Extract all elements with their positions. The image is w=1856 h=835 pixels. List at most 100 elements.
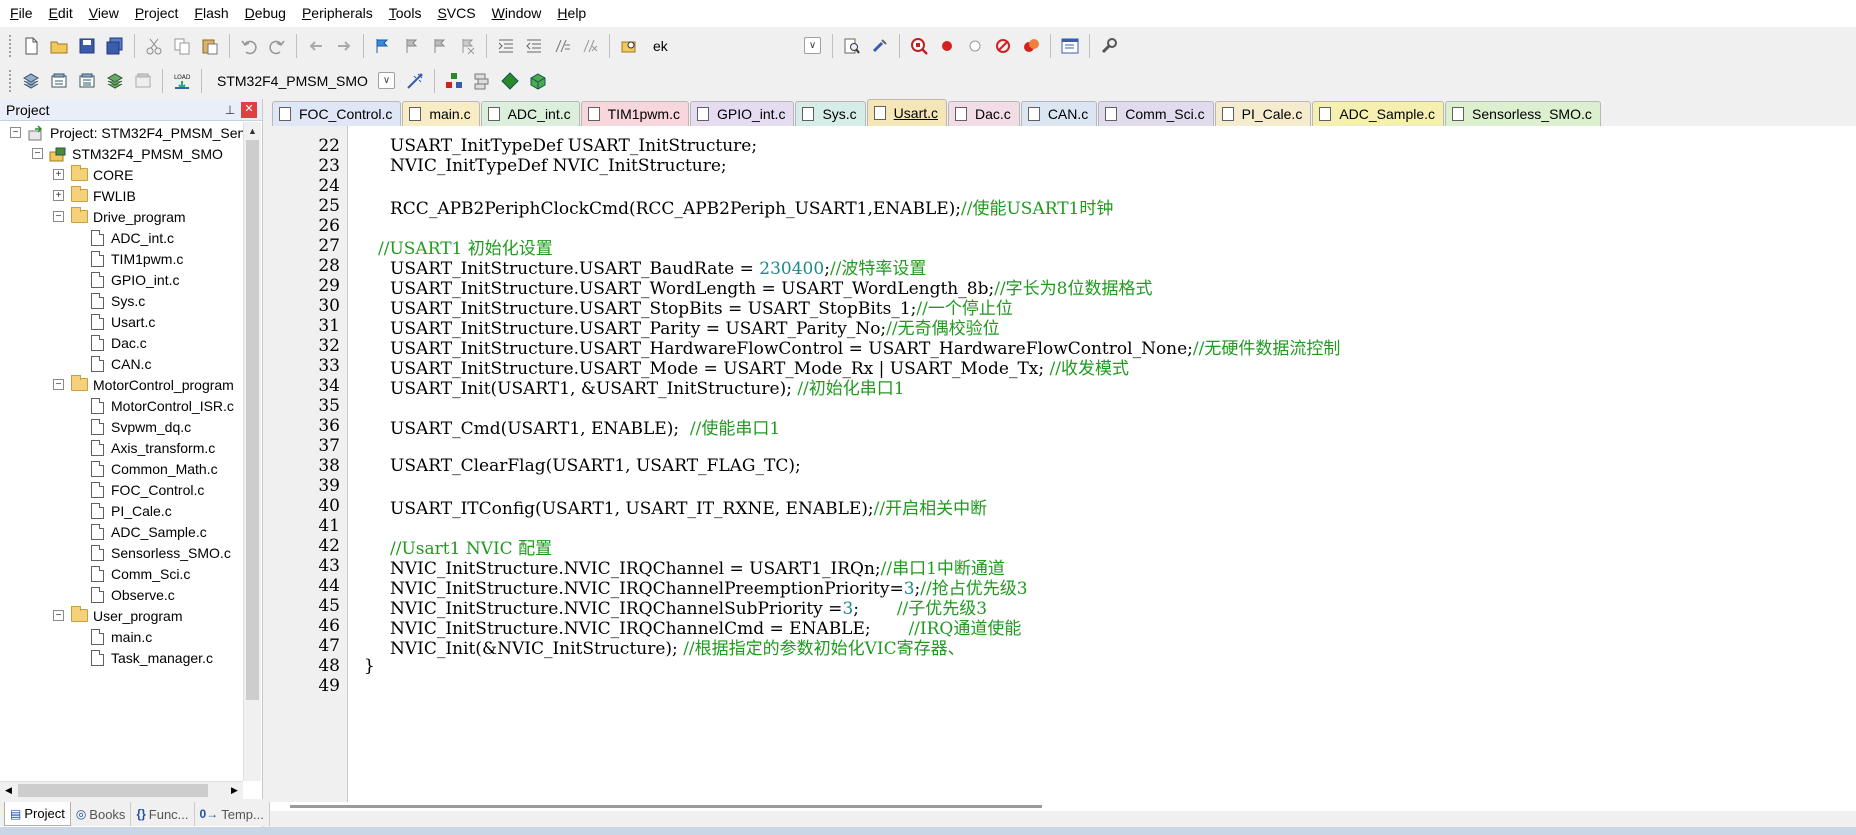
code-text[interactable]: USART_InitTypeDef USART_InitStructure; <box>346 136 757 156</box>
code-line[interactable]: 49 <box>270 676 1856 696</box>
tree-file-item[interactable]: ADC_Sample.c <box>0 521 243 542</box>
project-tree-horizontal-scrollbar[interactable]: ◀ ▶ <box>0 781 243 799</box>
collapse-icon[interactable]: − <box>53 211 64 222</box>
menu-debug[interactable]: Debug <box>237 0 294 27</box>
tree-project-item[interactable]: − Project: STM32F4_PMSM_Sensorless <box>0 122 243 143</box>
panel-tab-books[interactable]: ◎ Books <box>71 802 132 826</box>
menu-svcs[interactable]: SVCS <box>429 0 483 27</box>
panel-tab-project[interactable]: ▤ Project <box>4 802 71 826</box>
editor-tab-pi_cale-c[interactable]: PI_Cale.c <box>1214 101 1312 126</box>
find-combo-value[interactable]: ek <box>653 38 804 54</box>
code-line[interactable]: 47 NVIC_Init(&NVIC_InitStructure); //根据指定… <box>270 634 1856 659</box>
run-time-env-icon[interactable] <box>525 68 551 94</box>
code-text[interactable]: USART_ITConfig(USART1, USART_IT_RXNE, EN… <box>346 494 987 519</box>
code-editor[interactable]: 22 USART_InitTypeDef USART_InitStructure;… <box>270 126 1856 811</box>
select-packs-icon[interactable] <box>469 68 495 94</box>
panel-tab-temp[interactable]: 0→ Temp... <box>195 802 270 826</box>
manage-components-icon[interactable] <box>441 68 467 94</box>
menu-edit[interactable]: Edit <box>41 0 81 27</box>
tree-file-item[interactable]: ADC_int.c <box>0 227 243 248</box>
tree-file-item[interactable]: PI_Cale.c <box>0 500 243 521</box>
tree-folder-item[interactable]: − Drive_program <box>0 206 243 227</box>
editor-tab-usart-c[interactable]: Usart.c <box>866 99 948 126</box>
next-bookmark-icon[interactable] <box>426 33 452 59</box>
scroll-up-icon[interactable]: ▲ <box>244 122 261 139</box>
tree-file-item[interactable]: GPIO_int.c <box>0 269 243 290</box>
code-line[interactable]: 40 USART_ITConfig(USART1, USART_IT_RXNE, … <box>270 494 1856 519</box>
editor-tab-tim1pwm-c[interactable]: TIM1pwm.c <box>580 101 689 126</box>
toolbar-grip[interactable] <box>8 33 12 58</box>
clear-bookmarks-icon[interactable] <box>454 33 480 59</box>
collapse-icon[interactable]: − <box>53 610 64 621</box>
editor-horizontal-scrollbar[interactable] <box>270 802 1856 811</box>
window-layout-icon[interactable] <box>1057 33 1083 59</box>
tree-file-item[interactable]: Sensorless_SMO.c <box>0 542 243 563</box>
open-file-icon[interactable] <box>46 33 72 59</box>
replace-icon[interactable] <box>867 33 893 59</box>
batch-build-icon[interactable] <box>102 68 128 94</box>
prev-bookmark-icon[interactable] <box>398 33 424 59</box>
menu-peripherals[interactable]: Peripherals <box>294 0 381 27</box>
start-debug-icon[interactable] <box>906 33 932 59</box>
editor-tab-gpio_int-c[interactable]: GPIO_int.c <box>689 101 795 126</box>
unindent-icon[interactable] <box>521 33 547 59</box>
tree-folder-item[interactable]: + CORE <box>0 164 243 185</box>
new-file-icon[interactable] <box>18 33 44 59</box>
navigate-back-icon[interactable] <box>303 33 329 59</box>
scrollbar-thumb[interactable] <box>18 784 208 797</box>
tree-file-item[interactable]: Comm_Sci.c <box>0 563 243 584</box>
tree-file-item[interactable]: Observe.c <box>0 584 243 605</box>
code-area[interactable]: 22 USART_InitTypeDef USART_InitStructure;… <box>270 136 1856 696</box>
editor-tab-adc_int-c[interactable]: ADC_int.c <box>480 101 580 126</box>
undo-icon[interactable] <box>236 33 262 59</box>
configure-icon[interactable] <box>1096 33 1122 59</box>
menu-project[interactable]: Project <box>127 0 187 27</box>
navigate-forward-icon[interactable] <box>331 33 357 59</box>
toolbar-grip[interactable] <box>8 68 12 93</box>
menu-flash[interactable]: Flash <box>186 0 236 27</box>
tree-file-item[interactable]: Axis_transform.c <box>0 437 243 458</box>
find-icon[interactable] <box>839 33 865 59</box>
tree-file-item[interactable]: Dac.c <box>0 332 243 353</box>
menu-file[interactable]: File <box>2 0 41 27</box>
editor-tab-sensorless_smo-c[interactable]: Sensorless_SMO.c <box>1445 101 1601 126</box>
stop-build-icon[interactable] <box>130 68 156 94</box>
rebuild-icon[interactable] <box>74 68 100 94</box>
editor-tab-main-c[interactable]: main.c <box>402 101 480 126</box>
translate-icon[interactable] <box>18 68 44 94</box>
code-text[interactable]: } <box>346 656 375 676</box>
scrollbar-thumb[interactable] <box>246 140 259 700</box>
tree-file-item[interactable]: main.c <box>0 626 243 647</box>
indent-icon[interactable] <box>493 33 519 59</box>
tree-file-item[interactable]: Task_manager.c <box>0 647 243 668</box>
comment-icon[interactable] <box>549 33 575 59</box>
expand-icon[interactable]: + <box>53 169 64 180</box>
tree-file-item[interactable]: TIM1pwm.c <box>0 248 243 269</box>
breakpoint-icon[interactable] <box>934 33 960 59</box>
disable-breakpoint-icon[interactable] <box>962 33 988 59</box>
bookmark-icon[interactable] <box>370 33 396 59</box>
editor-tab-dac-c[interactable]: Dac.c <box>948 101 1020 126</box>
scrollbar-thumb[interactable] <box>290 805 1042 808</box>
menu-help[interactable]: Help <box>549 0 594 27</box>
tree-file-item[interactable]: Usart.c <box>0 311 243 332</box>
code-line[interactable]: 36 USART_Cmd(USART1, ENABLE); //使能串口1 <box>270 416 1856 439</box>
code-text[interactable]: NVIC_Init(&NVIC_InitStructure); //根据指定的参… <box>346 634 965 659</box>
menu-view[interactable]: View <box>81 0 127 27</box>
kill-all-breakpoints-icon[interactable] <box>1018 33 1044 59</box>
find-in-files-icon[interactable] <box>616 33 642 59</box>
editor-tab-adc_sample-c[interactable]: ADC_Sample.c <box>1312 101 1445 126</box>
tree-file-item[interactable]: Svpwm_dq.c <box>0 416 243 437</box>
code-line[interactable]: 37 <box>270 436 1856 456</box>
copy-icon[interactable] <box>169 33 195 59</box>
save-all-icon[interactable] <box>102 33 128 59</box>
tree-folder-item[interactable]: + FWLIB <box>0 185 243 206</box>
code-text[interactable]: USART_ClearFlag(USART1, USART_FLAG_TC); <box>346 456 801 476</box>
tree-file-item[interactable]: FOC_Control.c <box>0 479 243 500</box>
menu-window[interactable]: Window <box>484 0 550 27</box>
code-line[interactable]: 23 NVIC_InitTypeDef NVIC_InitStructure; <box>270 156 1856 176</box>
editor-tab-sys-c[interactable]: Sys.c <box>795 101 866 126</box>
tree-file-item[interactable]: MotorControl_ISR.c <box>0 395 243 416</box>
chevron-down-icon[interactable]: ∨ <box>378 72 395 89</box>
cut-icon[interactable] <box>141 33 167 59</box>
